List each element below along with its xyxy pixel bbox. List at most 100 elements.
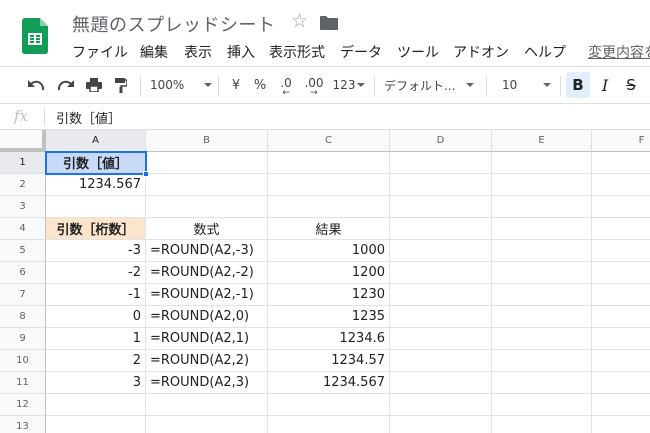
empty-cell[interactable] [592,174,650,196]
cell-a1[interactable]: 引数［値］ [46,152,146,174]
star-icon[interactable]: ☆ [291,12,308,31]
cell-a11[interactable]: 3 [46,372,146,394]
font-size-select[interactable]: 10 [496,67,554,103]
empty-cell[interactable] [592,152,650,174]
empty-cell[interactable] [492,196,592,218]
empty-cell[interactable] [390,262,492,284]
empty-cell[interactable] [592,262,650,284]
row-header-2[interactable]: 2 [0,174,46,196]
column-header-e[interactable]: E [492,130,592,152]
font-family-select[interactable]: デフォルト... [384,67,478,103]
empty-cell[interactable] [390,350,492,372]
empty-cell[interactable] [390,416,492,433]
empty-cell[interactable] [390,174,492,196]
menu-edit[interactable]: 編集 [140,42,168,62]
zoom-select[interactable]: 100% [150,67,213,103]
menu-file[interactable]: ファイル [72,42,128,62]
more-formats-button[interactable]: 123 [330,67,368,103]
row-header-10[interactable]: 10 [0,350,46,372]
row-header-4[interactable]: 4 [0,218,46,240]
empty-cell[interactable] [46,394,146,416]
empty-cell[interactable] [146,394,268,416]
row-header-3[interactable]: 3 [0,196,46,218]
decrease-decimal-button[interactable]: .0 ← [274,67,298,103]
cell-b10[interactable]: =ROUND(A2,2) [146,350,268,372]
column-header-f[interactable]: F [592,130,650,152]
empty-cell[interactable] [390,306,492,328]
row-header-9[interactable]: 9 [0,328,46,350]
empty-cell[interactable] [390,152,492,174]
bold-button[interactable]: B [566,72,590,98]
menu-format[interactable]: 表示形式 [269,42,325,62]
menu-addons[interactable]: アドオン [453,42,509,62]
row-header-7[interactable]: 7 [0,284,46,306]
cell-b5[interactable]: =ROUND(A2,-3) [146,240,268,262]
cell-a5[interactable]: -3 [46,240,146,262]
menu-tools[interactable]: ツール [397,42,439,62]
empty-cell[interactable] [268,416,390,433]
row-header-5[interactable]: 5 [0,240,46,262]
empty-cell[interactable] [592,218,650,240]
column-header-c[interactable]: C [268,130,390,152]
cell-a2[interactable]: 1234.567 [46,174,146,196]
percent-format-button[interactable]: % [248,67,272,103]
fill-handle[interactable] [143,171,149,177]
empty-cell[interactable] [390,240,492,262]
cell-b9[interactable]: =ROUND(A2,1) [146,328,268,350]
row-header-1[interactable]: 1 [0,152,46,174]
cell-a9[interactable]: 1 [46,328,146,350]
cell-a10[interactable]: 2 [46,350,146,372]
cell-c10[interactable]: 1234.57 [268,350,390,372]
cell-c11[interactable]: 1234.567 [268,372,390,394]
empty-cell[interactable] [592,350,650,372]
folder-icon[interactable] [320,16,338,30]
cell-c5[interactable]: 1000 [268,240,390,262]
empty-cell[interactable] [492,394,592,416]
row-header-11[interactable]: 11 [0,372,46,394]
empty-cell[interactable] [46,416,146,433]
last-edit-link[interactable]: 変更内容を [588,42,650,62]
cell-b11[interactable]: =ROUND(A2,3) [146,372,268,394]
empty-cell[interactable] [146,152,268,174]
cell-c6[interactable]: 1200 [268,262,390,284]
empty-cell[interactable] [268,152,390,174]
row-header-12[interactable]: 12 [0,394,46,416]
increase-decimal-button[interactable]: .00 → [300,67,328,103]
cell-c7[interactable]: 1230 [268,284,390,306]
empty-cell[interactable] [492,240,592,262]
row-header-6[interactable]: 6 [0,262,46,284]
row-header-8[interactable]: 8 [0,306,46,328]
cell-b7[interactable]: =ROUND(A2,-1) [146,284,268,306]
empty-cell[interactable] [592,284,650,306]
empty-cell[interactable] [492,284,592,306]
sheets-logo-icon[interactable] [22,18,48,54]
empty-cell[interactable] [268,174,390,196]
strikethrough-button[interactable]: S [620,67,642,103]
empty-cell[interactable] [146,196,268,218]
select-all-corner[interactable] [0,130,46,152]
cell-b8[interactable]: =ROUND(A2,0) [146,306,268,328]
empty-cell[interactable] [492,416,592,433]
cell-c8[interactable]: 1235 [268,306,390,328]
italic-button[interactable]: I [594,67,616,103]
empty-cell[interactable] [592,196,650,218]
column-header-b[interactable]: B [146,130,268,152]
empty-cell[interactable] [492,262,592,284]
empty-cell[interactable] [592,394,650,416]
undo-button[interactable] [22,67,50,103]
empty-cell[interactable] [146,174,268,196]
empty-cell[interactable] [592,372,650,394]
cell-a6[interactable]: -2 [46,262,146,284]
empty-cell[interactable] [390,328,492,350]
cell-b4[interactable]: 数式 [146,218,268,240]
empty-cell[interactable] [592,240,650,262]
empty-cell[interactable] [390,196,492,218]
empty-cell[interactable] [592,306,650,328]
empty-cell[interactable] [592,328,650,350]
cell-a4[interactable]: 引数［桁数］ [46,218,146,240]
menu-data[interactable]: データ [340,42,382,62]
menu-insert[interactable]: 挿入 [227,42,255,62]
redo-button[interactable] [52,67,80,103]
cell-a8[interactable]: 0 [46,306,146,328]
column-header-a[interactable]: A [46,130,146,152]
